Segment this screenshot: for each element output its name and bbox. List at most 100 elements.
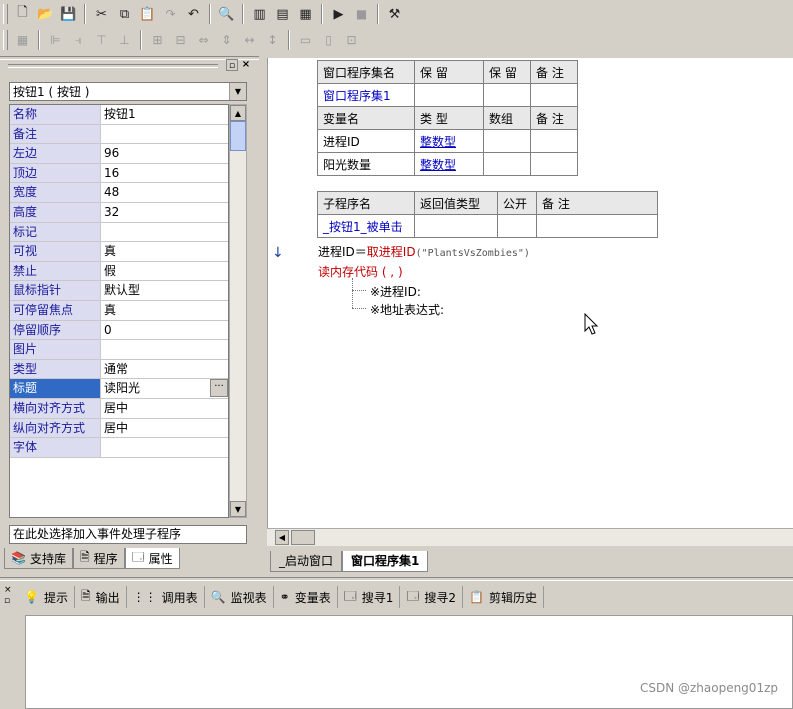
variable-name-cell[interactable]: 阳光数量 [317, 152, 415, 176]
property-value[interactable] [101, 125, 228, 144]
object-selector[interactable]: 按钮1 ( 按钮 ) ▼ [9, 82, 247, 101]
property-value[interactable] [101, 340, 228, 359]
property-value[interactable]: 96 [101, 144, 228, 163]
run-icon[interactable]: ▶ [327, 3, 350, 25]
property-row[interactable]: 高度 32 [10, 202, 228, 223]
cut-icon[interactable]: ✂ [90, 3, 113, 25]
event-selector[interactable]: 在此处选择加入事件处理子程序 [9, 525, 247, 544]
property-value[interactable]: 读阳光 ··· [101, 379, 228, 398]
undo-icon[interactable]: ↶ [182, 3, 205, 25]
property-row[interactable]: 图片 [10, 340, 228, 360]
property-value[interactable]: 居中 [101, 399, 228, 418]
output-tab[interactable]: 🗔 搜寻1 [338, 586, 401, 608]
scroll-thumb[interactable] [230, 121, 246, 151]
find-icon[interactable]: 🔍 [215, 3, 238, 25]
scroll-thumb[interactable] [291, 530, 315, 545]
align-top-icon[interactable]: ⊤ [90, 29, 113, 51]
same-height-icon[interactable]: ⇕ [215, 29, 238, 51]
output-tab[interactable]: 📋 剪辑历史 [463, 586, 544, 608]
compile-icon[interactable]: ⚒ [383, 3, 406, 25]
align-grid-icon[interactable]: ▦ [11, 29, 34, 51]
output-tab[interactable]: 🗔 搜寻2 [400, 586, 464, 608]
table-cell[interactable] [530, 129, 578, 153]
table-cell[interactable] [414, 214, 498, 238]
stop-icon[interactable]: ■ [350, 3, 373, 25]
redo-icon[interactable]: ↷ [159, 3, 182, 25]
same-width-icon[interactable]: ⇔ [192, 29, 215, 51]
close-icon[interactable]: × [240, 59, 252, 71]
property-row[interactable]: 宽度 48 [10, 183, 228, 203]
assembly-name-cell[interactable]: 窗口程序集1 [317, 83, 415, 107]
size-icon[interactable]: ▭ [294, 29, 317, 51]
restore-icon[interactable]: ▫ [226, 59, 238, 71]
save-icon[interactable]: 💾 [57, 3, 80, 25]
layout3-icon[interactable]: ▦ [294, 3, 317, 25]
toolbar-grip[interactable] [3, 30, 8, 50]
property-value[interactable]: 32 [101, 203, 228, 222]
space-h-icon[interactable]: ↔ [238, 29, 261, 51]
property-value[interactable]: 16 [101, 164, 228, 183]
chevron-down-icon[interactable]: ▼ [229, 83, 246, 100]
tab-support-library[interactable]: 📚 支持库 [4, 548, 73, 569]
table-cell[interactable] [483, 129, 531, 153]
space-v-icon[interactable]: ↕ [261, 29, 284, 51]
variable-name-cell[interactable]: 进程ID [317, 129, 415, 153]
output-tab[interactable]: 💡 提示 [18, 586, 75, 608]
table-cell[interactable] [414, 83, 484, 107]
tab-startup-window[interactable]: _启动窗口 [270, 551, 343, 572]
align-bottom-icon[interactable]: ⊥ [113, 29, 136, 51]
property-value[interactable]: 真 [101, 242, 228, 261]
code-param-2[interactable]: ※地址表达式: [370, 301, 444, 318]
order-icon[interactable]: ▯ [317, 29, 340, 51]
toolbar-grip[interactable] [3, 4, 8, 24]
property-scrollbar[interactable]: ▲ ▼ [229, 104, 247, 518]
open-folder-icon[interactable]: 📂 [34, 3, 57, 25]
layout1-icon[interactable]: ▥ [248, 3, 271, 25]
table-cell[interactable] [497, 214, 537, 238]
subroutine-name-cell[interactable]: _按钮1_被单击 [317, 214, 415, 238]
property-row[interactable]: 标题 读阳光 ··· [10, 379, 228, 399]
property-row[interactable]: 类型 通常 [10, 359, 228, 380]
code-editor[interactable]: 窗口程序集名 保 留 保 留 备 注 窗口程序集1 变量名 类 型 数组 备 注… [290, 58, 793, 528]
scroll-left-icon[interactable]: ◀ [275, 530, 289, 545]
code-param-1[interactable]: ※进程ID: [370, 283, 421, 300]
table-cell[interactable] [483, 152, 531, 176]
tab-properties[interactable]: 🗔 属性 [124, 548, 180, 569]
property-value[interactable]: 居中 [101, 419, 228, 438]
property-value[interactable]: 通常 [101, 360, 228, 379]
close-icon[interactable]: × [4, 585, 16, 596]
layout2-icon[interactable]: ▤ [271, 3, 294, 25]
output-tab[interactable]: 🔍 监视表 [205, 586, 274, 608]
align-left-icon[interactable]: ⊫ [44, 29, 67, 51]
property-value[interactable]: 0 [101, 321, 228, 340]
scroll-down-icon[interactable]: ▼ [230, 501, 246, 517]
property-row[interactable]: 左边 96 [10, 144, 228, 164]
property-row[interactable]: 停留顺序 0 [10, 320, 228, 341]
lock-icon[interactable]: ⊡ [340, 29, 363, 51]
property-row[interactable]: 名称 按钮1 [10, 105, 228, 125]
scroll-up-icon[interactable]: ▲ [230, 105, 246, 121]
center-v-icon[interactable]: ⊟ [169, 29, 192, 51]
output-tab[interactable]: ⚭ 变量表 [274, 586, 338, 608]
table-cell[interactable] [536, 214, 658, 238]
property-row[interactable]: 标记 [10, 222, 228, 243]
property-value[interactable]: 假 [101, 262, 228, 281]
table-cell[interactable] [483, 83, 531, 107]
ellipsis-button[interactable]: ··· [210, 379, 228, 398]
output-tab[interactable]: 🗎 输出 [75, 586, 127, 608]
tab-window-assembly[interactable]: 窗口程序集1 [342, 551, 429, 572]
variable-type-cell[interactable]: 整数型 [414, 152, 484, 176]
property-row[interactable]: 字体 [10, 438, 228, 458]
property-value[interactable]: 按钮1 [101, 105, 228, 124]
property-value[interactable]: 48 [101, 183, 228, 202]
property-value[interactable] [101, 438, 228, 457]
variable-type-cell[interactable]: 整数型 [414, 129, 484, 153]
restore-icon[interactable]: ▫ [4, 596, 16, 607]
editor-hscrollbar[interactable]: ◀ [267, 528, 793, 546]
copy-icon[interactable]: ⧉ [113, 3, 136, 25]
center-h-icon[interactable]: ⊞ [146, 29, 169, 51]
property-row[interactable]: 横向对齐方式 居中 [10, 398, 228, 419]
table-cell[interactable] [530, 152, 578, 176]
property-row[interactable]: 备注 [10, 124, 228, 145]
property-value[interactable]: 默认型 [101, 281, 228, 300]
